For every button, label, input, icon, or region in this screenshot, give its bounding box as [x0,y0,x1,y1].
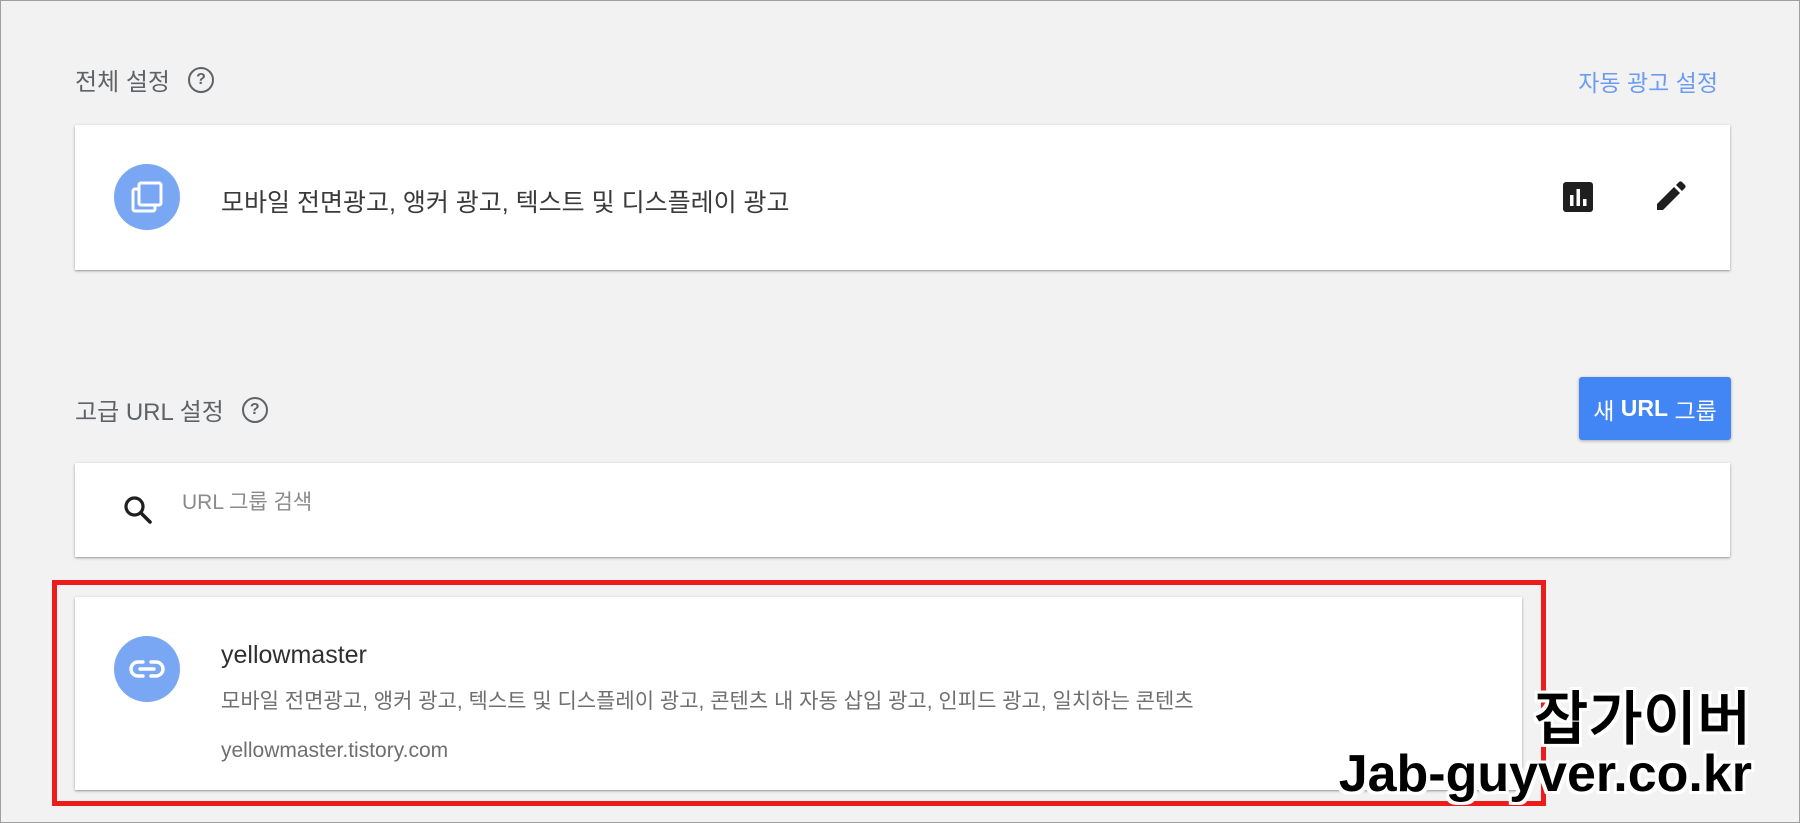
new-url-group-label-bold: URL [1620,395,1669,421]
url-group-ad-formats: 모바일 전면광고, 앵커 광고, 텍스트 및 디스플레이 광고, 콘텐츠 내 자… [221,690,1194,713]
help-circle-icon[interactable]: ? [188,66,214,93]
advanced-url-settings-header: 고급 URL 설정 ? [75,392,268,427]
overall-settings-header: 전체 설정 ? [75,62,214,97]
help-circle-icon[interactable]: ? [241,396,268,423]
url-group-search-input[interactable] [180,485,1684,521]
layers-icon [114,164,180,230]
bar-chart-icon[interactable] [1558,177,1598,217]
edit-pencil-icon[interactable] [1650,177,1690,217]
watermark-url: Jab-guyver.co.kr [1338,745,1752,803]
url-group-url: yellowmaster.tistory.com [221,739,449,762]
auto-ads-settings-link[interactable]: 자동 광고 설정 [1578,64,1718,98]
url-group-name: yellowmaster [221,641,367,669]
link-icon [114,636,180,702]
overall-settings-card[interactable]: 모바일 전면광고, 앵커 광고, 텍스트 및 디스플레이 광고 [75,125,1730,270]
new-url-group-button[interactable]: 새 URL 그룹 [1579,377,1731,440]
new-url-group-label-prefix: 새 [1593,397,1621,424]
url-group-search-card [75,463,1730,557]
new-url-group-label-suffix: 그룹 [1668,397,1717,424]
advanced-url-settings-title: 고급 URL 설정 [75,399,224,426]
overall-settings-title: 전체 설정 [75,69,170,96]
search-icon[interactable] [118,490,158,530]
overall-ad-formats: 모바일 전면광고, 앵커 광고, 텍스트 및 디스플레이 광고 [221,189,790,217]
url-group-card[interactable]: yellowmaster 모바일 전면광고, 앵커 광고, 텍스트 및 디스플레… [75,597,1522,790]
